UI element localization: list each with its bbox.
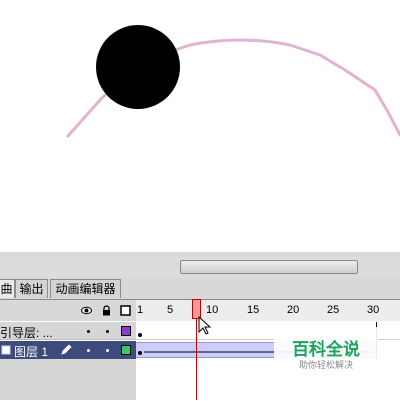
eye-icon[interactable] — [81, 305, 92, 316]
frame-number: 30 — [367, 304, 380, 316]
playhead-line — [196, 319, 197, 400]
panel-tabs: 曲 输出 动画编辑器 — [0, 279, 400, 299]
keyframe-dot[interactable] — [138, 333, 142, 337]
tab-motion-editor[interactable]: 动画编辑器 — [50, 279, 121, 298]
arrow-cursor-icon — [198, 316, 212, 335]
layer-color-swatch[interactable] — [121, 326, 131, 336]
watermark-title: 百科全说 — [292, 340, 360, 360]
ball-symbol[interactable] — [96, 25, 180, 109]
layer-row-layer1[interactable]: 图层 1 — [0, 341, 136, 359]
frame-ruler[interactable] — [136, 300, 400, 321]
visibility-dot[interactable] — [87, 349, 90, 352]
layer-color-swatch[interactable] — [121, 345, 131, 355]
lock-icon[interactable] — [101, 305, 112, 316]
layer-row-guide[interactable]: 引导层: ... — [0, 322, 136, 340]
watermark-subtitle: 助你轻松解决 — [298, 361, 353, 371]
watermark: 百科全说 助你轻松解决 — [274, 327, 378, 375]
tab-timeline[interactable]: 曲 — [0, 279, 15, 298]
frame-number: 5 — [167, 304, 174, 316]
pencil-icon — [61, 344, 72, 355]
lock-dot[interactable] — [106, 349, 109, 352]
stage-artwork — [66, 25, 400, 138]
frame-number: 1 — [137, 304, 144, 316]
layer-list-empty-area — [0, 359, 136, 400]
stage-canvas[interactable] — [0, 0, 400, 252]
frame-number: 15 — [247, 304, 260, 316]
lock-dot[interactable] — [106, 330, 109, 333]
layer-header — [0, 300, 136, 321]
outline-square-icon[interactable] — [120, 305, 131, 316]
frame-number: 20 — [287, 304, 300, 316]
tab-output[interactable]: 输出 — [15, 279, 48, 298]
frame-number: 25 — [327, 304, 340, 316]
layer-name-guide: 引导层: ... — [0, 326, 53, 340]
frame-number: 10 — [206, 304, 219, 316]
layer-name-layer1: 图层 1 — [14, 345, 49, 359]
scrollbar-thumb[interactable] — [180, 260, 358, 274]
visibility-dot[interactable] — [87, 330, 90, 333]
layer-icon — [1, 345, 11, 355]
